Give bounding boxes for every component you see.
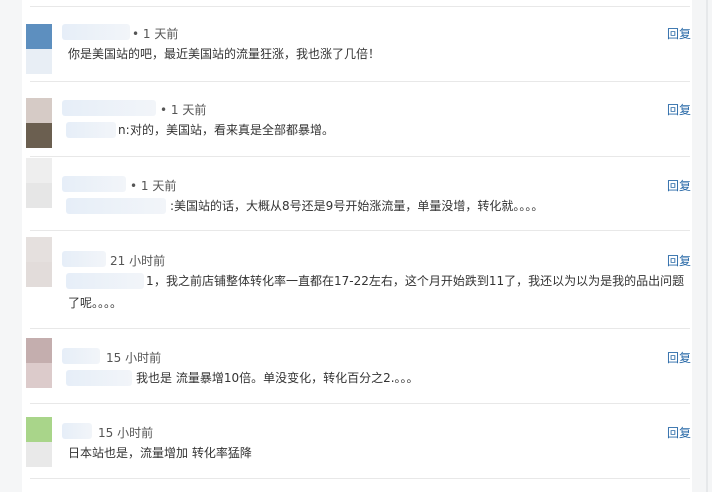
avatar[interactable] — [26, 158, 52, 208]
comment-text: 日本站也是，流量增加 转化率猛降 — [68, 446, 252, 460]
divider — [30, 81, 690, 82]
avatar-image — [26, 123, 52, 148]
avatar-image — [26, 49, 52, 74]
avatar-image — [26, 338, 52, 363]
divider — [30, 328, 690, 329]
reply-button[interactable]: 回复 — [667, 101, 691, 118]
scrollbar-track[interactable] — [706, 0, 708, 492]
reply-button[interactable]: 回复 — [667, 177, 691, 194]
redacted-username — [62, 100, 156, 116]
comment-time: • 1 天前 — [160, 103, 207, 117]
avatar-image — [26, 158, 52, 183]
comment-text: 你是美国站的吧，最近美国站的流量狂涨，我也涨了几倍！ — [68, 47, 381, 61]
comment-text: 我也是 流量暴增10倍。单没变化，转化百分之2.。。。 — [136, 371, 419, 385]
avatar[interactable] — [26, 98, 52, 148]
avatar-image — [26, 98, 52, 123]
comment-time: 21 小时前 — [110, 254, 166, 268]
comment-time: 15 小时前 — [106, 351, 162, 365]
avatar[interactable] — [26, 24, 52, 74]
comment-list: • 1 天前 回复 你是美国站的吧，最近美国站的流量狂涨，我也涨了几倍！ • 1… — [22, 0, 692, 492]
redacted-username — [62, 176, 126, 192]
comment-text: ，我之前店铺整体转化率一直都在17-22左右，这个月开始跌到11了，我还以为以为… — [154, 274, 685, 288]
divider — [30, 156, 690, 157]
reply-button[interactable]: 回复 — [667, 349, 691, 366]
divider — [30, 478, 690, 479]
avatar-image — [26, 183, 52, 208]
comment-time: • 1 天前 — [132, 27, 179, 41]
divider — [30, 6, 690, 7]
redacted-username — [62, 251, 106, 267]
redacted-mention — [66, 370, 132, 386]
comment-time: • 1 天前 — [130, 179, 177, 193]
avatar[interactable] — [26, 417, 52, 467]
reply-button[interactable]: 回复 — [667, 25, 691, 42]
reply-button[interactable]: 回复 — [667, 252, 691, 269]
comment-mention-suffix: 1 — [146, 274, 154, 288]
right-page-margin — [692, 0, 712, 492]
comment-text: :美国站的话，大概从8号还是9号开始涨流量，单量没增，转化就。。。。 — [170, 199, 544, 213]
comment-time: 15 小时前 — [98, 426, 154, 440]
avatar-image — [26, 363, 52, 388]
avatar[interactable] — [26, 237, 52, 287]
avatar-image — [26, 262, 52, 287]
avatar-image — [26, 442, 52, 467]
redacted-username — [62, 24, 130, 40]
avatar-image — [26, 237, 52, 262]
avatar[interactable] — [26, 338, 52, 388]
divider — [30, 230, 690, 231]
redacted-username — [62, 423, 92, 439]
divider — [30, 403, 690, 404]
left-page-margin — [0, 0, 22, 492]
comment-text-continued: 了呢。。。。 — [68, 296, 123, 310]
redacted-username — [62, 348, 100, 364]
redacted-mention — [66, 122, 116, 138]
avatar-image — [26, 24, 52, 49]
comment-text: 对的，美国站，看来真是全部都暴增。 — [130, 123, 335, 137]
comment-mention-suffix: n: — [118, 123, 130, 137]
redacted-mention — [66, 198, 166, 214]
avatar-image — [26, 417, 52, 442]
redacted-mention — [66, 273, 144, 289]
reply-button[interactable]: 回复 — [667, 424, 691, 441]
